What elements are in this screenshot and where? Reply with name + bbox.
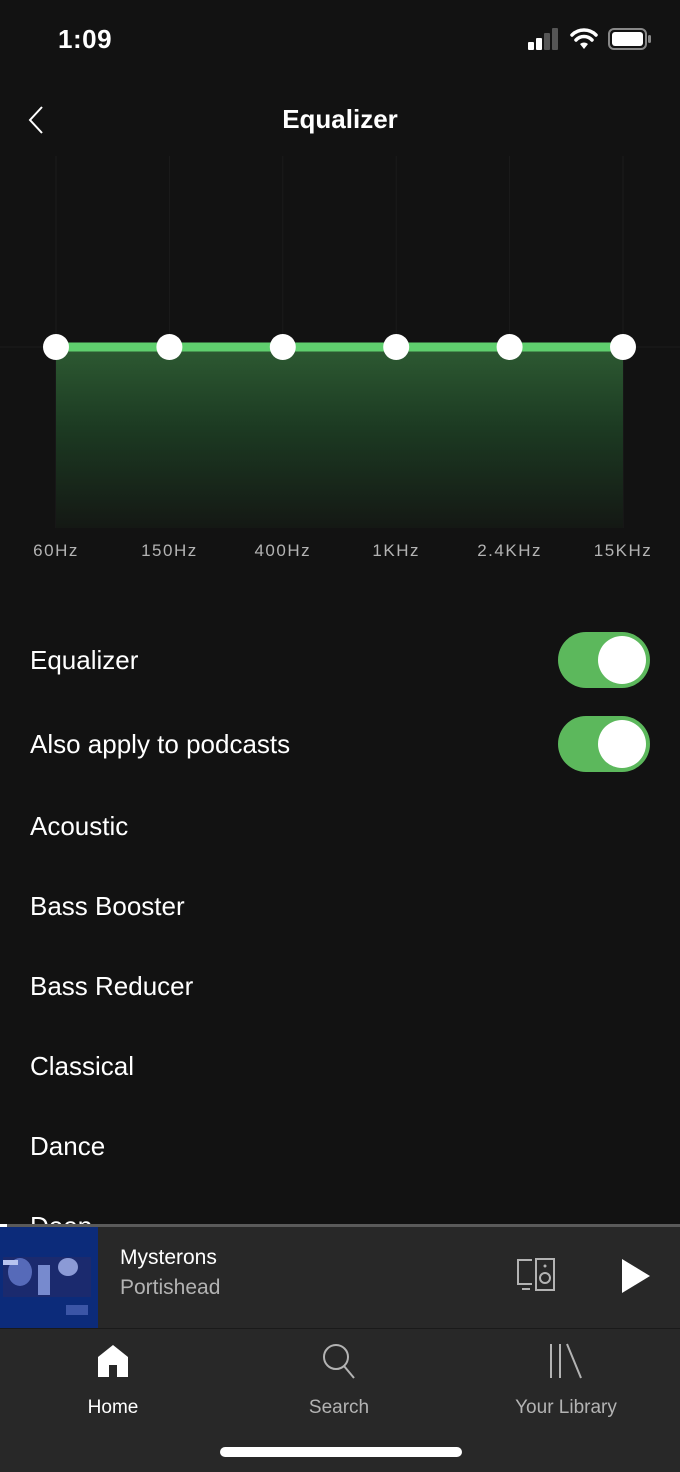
equalizer-toggle-label: Equalizer	[30, 644, 139, 675]
preset-dance[interactable]: Dance	[0, 1106, 680, 1186]
track-info[interactable]: Mysterons Portishead	[120, 1246, 220, 1300]
podcasts-toggle-row: Also apply to podcasts	[0, 702, 680, 786]
track-artist: Portishead	[120, 1276, 221, 1299]
tab-your-library-label: Your Library	[515, 1397, 617, 1418]
album-cover-image	[0, 1227, 98, 1328]
preset-bass-reducer[interactable]: Bass Reducer	[0, 946, 680, 1026]
playback-progress	[0, 1224, 680, 1227]
equalizer-chart[interactable]: 60Hz 150Hz 400Hz 1KHz 2.4KHz 15KHz	[0, 156, 680, 576]
album-art[interactable]	[0, 1227, 98, 1328]
nav-bar: Equalizer	[0, 90, 680, 150]
search-icon	[323, 1344, 355, 1379]
status-bar: 1:09	[0, 0, 680, 80]
preset-bass-booster[interactable]: Bass Booster	[0, 866, 680, 946]
eq-band-handle-15khz[interactable]	[610, 334, 636, 360]
devices-button[interactable]	[514, 1256, 558, 1296]
eq-band-label: 1KHz	[372, 541, 420, 560]
play-icon	[622, 1259, 650, 1293]
battery-icon	[608, 28, 651, 50]
podcasts-toggle-label: Also apply to podcasts	[30, 728, 291, 759]
eq-band-handle-150hz[interactable]	[156, 334, 183, 360]
status-time: 1:09	[58, 24, 113, 54]
eq-band-label: 150Hz	[141, 541, 198, 560]
toggle-knob	[598, 636, 646, 684]
eq-band-label: 15KHz	[594, 541, 653, 560]
eq-band-label: 60Hz	[33, 541, 79, 560]
toggle-knob	[598, 720, 646, 768]
home-icon	[98, 1345, 128, 1377]
home-indicator	[220, 1447, 462, 1457]
preset-classical[interactable]: Classical	[0, 1026, 680, 1106]
eq-band-handle-60hz[interactable]	[43, 334, 69, 360]
signal-icon	[528, 28, 558, 50]
track-title: Mysterons	[120, 1246, 217, 1269]
mini-player[interactable]: Mysterons Portishead	[0, 1224, 680, 1328]
eq-band-handle-400hz[interactable]	[269, 334, 296, 360]
tab-search-label: Search	[308, 1397, 370, 1418]
tab-your-library[interactable]: Your Library	[486, 1339, 646, 1429]
settings-list: Equalizer Also apply to podcasts Acousti…	[0, 618, 680, 1266]
devices-icon	[517, 1258, 555, 1291]
tab-search[interactable]: Search	[259, 1339, 419, 1429]
status-icons	[528, 28, 652, 50]
eq-area-fill	[56, 347, 623, 528]
page-title: Equalizer	[282, 104, 398, 134]
eq-band-handle-1khz[interactable]	[383, 334, 410, 360]
play-button[interactable]	[616, 1256, 656, 1296]
podcasts-toggle[interactable]	[558, 716, 650, 772]
eq-band-handle-2-4khz[interactable]	[496, 334, 523, 360]
eq-band-label: 2.4KHz	[477, 541, 542, 560]
library-icon	[550, 1343, 582, 1379]
wifi-icon	[570, 28, 598, 49]
eq-band-label: 400Hz	[254, 541, 311, 560]
equalizer-toggle-row: Equalizer	[0, 618, 680, 702]
equalizer-toggle[interactable]	[558, 632, 650, 688]
tab-home[interactable]: Home	[33, 1339, 193, 1429]
preset-acoustic[interactable]: Acoustic	[0, 786, 680, 866]
tab-home-label: Home	[87, 1397, 139, 1418]
